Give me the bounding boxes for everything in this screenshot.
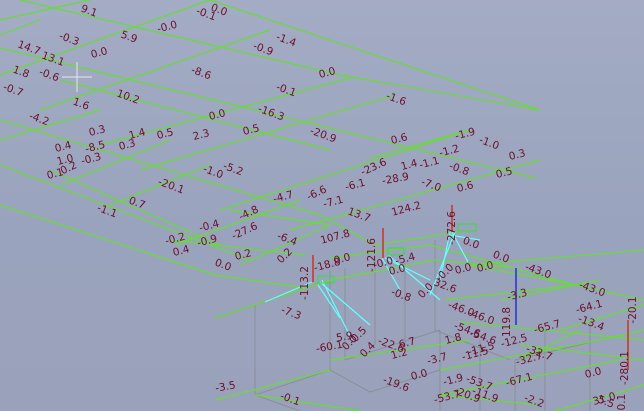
result-value-label: 0.0 [213, 257, 233, 274]
beam-member[interactable] [59, 139, 171, 186]
result-value-label: -3.7 [426, 351, 449, 368]
result-value-label: -0.1 [278, 390, 301, 408]
result-value-label: -64.1 [575, 298, 604, 317]
beam-member[interactable] [599, 329, 644, 341]
result-value-label: 9.1 [79, 3, 99, 20]
result-value-label: -1.0 [201, 163, 224, 181]
viewport-3d[interactable]: 9.1 -0.1 0.0 -0.0 -1.4 -0.3 5.9 -0.9 14.7 13.1 0.0… [0, 0, 644, 411]
result-value-label: -0.6 [37, 66, 61, 84]
result-value-label: -7.3 [279, 304, 302, 322]
result-value-label: 1.4 [400, 157, 420, 173]
result-value-label: 0.0 [333, 251, 352, 267]
result-value-label: -0.8 [447, 160, 470, 178]
wall-edge [329, 369, 371, 393]
result-value-label: -19.6 [381, 374, 411, 395]
result-value-label: -6.1 [344, 177, 367, 194]
wall-edge [254, 369, 331, 396]
result-value-label: 0.6 [456, 179, 476, 195]
result-value-label: -16.3 [256, 103, 286, 124]
result-value-label: -1.9 [454, 126, 477, 143]
result-value-label: -67.1 [505, 371, 534, 390]
result-value-label: -1.1 [418, 155, 441, 172]
result-value-label: -0.7 [1, 81, 24, 99]
result-value-label: -13.4 [576, 313, 606, 334]
result-value-label: 0.0 [454, 261, 473, 277]
result-value-label: 0.0 [476, 259, 495, 275]
result-labels: 9.1 -0.10.0-0.0-1.4-0.3 5.9-0.914.713.1 0.0… [1, 2, 639, 411]
result-value-label: 119.8 [501, 307, 513, 337]
result-value-label: 107.8 [319, 227, 351, 246]
result-value-label: -0.8 [389, 286, 412, 304]
result-value-label: -0.1 [274, 81, 297, 99]
result-value-label: -7.1 [322, 194, 345, 211]
result-value-label: -7.0 [419, 176, 442, 194]
structural-model-view[interactable]: 9.1 -0.10.0-0.0-1.4-0.3 5.9-0.914.713.1 0.0… [0, 0, 644, 411]
beam-member[interactable] [209, 0, 541, 111]
beam-member[interactable] [0, 0, 91, 21]
result-value-label: 0.6 [390, 131, 410, 147]
result-value-label: 1.6 [71, 96, 91, 113]
result-value-label: -4.8 [237, 204, 261, 224]
result-value-label: -65.7 [533, 318, 562, 337]
result-value-label: -20.1 [627, 296, 639, 323]
result-value-label: 0.0 [208, 107, 227, 123]
result-value-label: 1.8 [11, 64, 31, 81]
result-value-label: 5.9 [119, 29, 139, 46]
result-value-label: -1.0 [477, 134, 500, 152]
result-value-label: 2.3 [192, 127, 211, 143]
result-value-label: -8.6 [189, 64, 213, 82]
result-value-label: -53.7 [433, 388, 462, 407]
result-value-label: 0.0 [90, 45, 109, 61]
result-value-label: -4.2 [27, 110, 50, 128]
result-value-label: 0.5 [156, 126, 175, 142]
result-value-label: -0.0 [156, 19, 179, 36]
result-value-label: -32.7 [515, 350, 544, 369]
result-value-label: 1.8 [444, 331, 463, 347]
result-value-label: 0.3 [508, 147, 527, 163]
result-value-label: 0.3 [88, 123, 107, 139]
result-value-label: -20.1 [156, 176, 186, 197]
result-value-label: -20.9 [308, 125, 338, 146]
result-value-label: -3.5 [214, 379, 236, 394]
result-value-label: -43.0 [577, 279, 607, 300]
beam-member[interactable] [0, 19, 41, 36]
beam-member[interactable] [254, 394, 361, 411]
result-value-label: -2.2 [522, 392, 545, 410]
result-value-label: -28.9 [381, 171, 410, 188]
result-value-label: 0.0 [584, 365, 603, 381]
result-value-label: -6.4 [275, 230, 299, 248]
result-value-label: -0.4 [198, 218, 221, 235]
result-value-label: -0.3 [80, 151, 103, 168]
result-value-label: 0.7 [127, 195, 147, 212]
result-value-label: -1.4 [274, 31, 298, 49]
result-value-label: -113.2 [299, 266, 311, 300]
result-value-label: -1.6 [384, 90, 408, 108]
result-value-label: -280.1 [619, 351, 631, 385]
result-value-label: -3.3 [506, 287, 529, 304]
result-value-label: 32.6 [432, 277, 458, 296]
result-value-label: -0.3 [57, 30, 80, 48]
result-value-label: 10.2 [115, 88, 141, 107]
result-value-label: 0.0 [318, 65, 337, 81]
result-value-label: 0.0 [410, 367, 429, 383]
result-value-label: -1.2 [438, 143, 461, 160]
beam-member[interactable] [214, 274, 306, 289]
result-value-label: -272.6 [446, 211, 458, 245]
result-value-label: 124.2 [390, 199, 422, 218]
beam-member[interactable] [339, 74, 541, 111]
result-value-label: 0.5 [495, 165, 514, 181]
result-value-label: 0.0 [461, 235, 481, 252]
result-value-label: -1.1 [95, 202, 118, 220]
result-value-label: -0.1 [616, 394, 628, 411]
beam-member[interactable] [219, 129, 471, 211]
